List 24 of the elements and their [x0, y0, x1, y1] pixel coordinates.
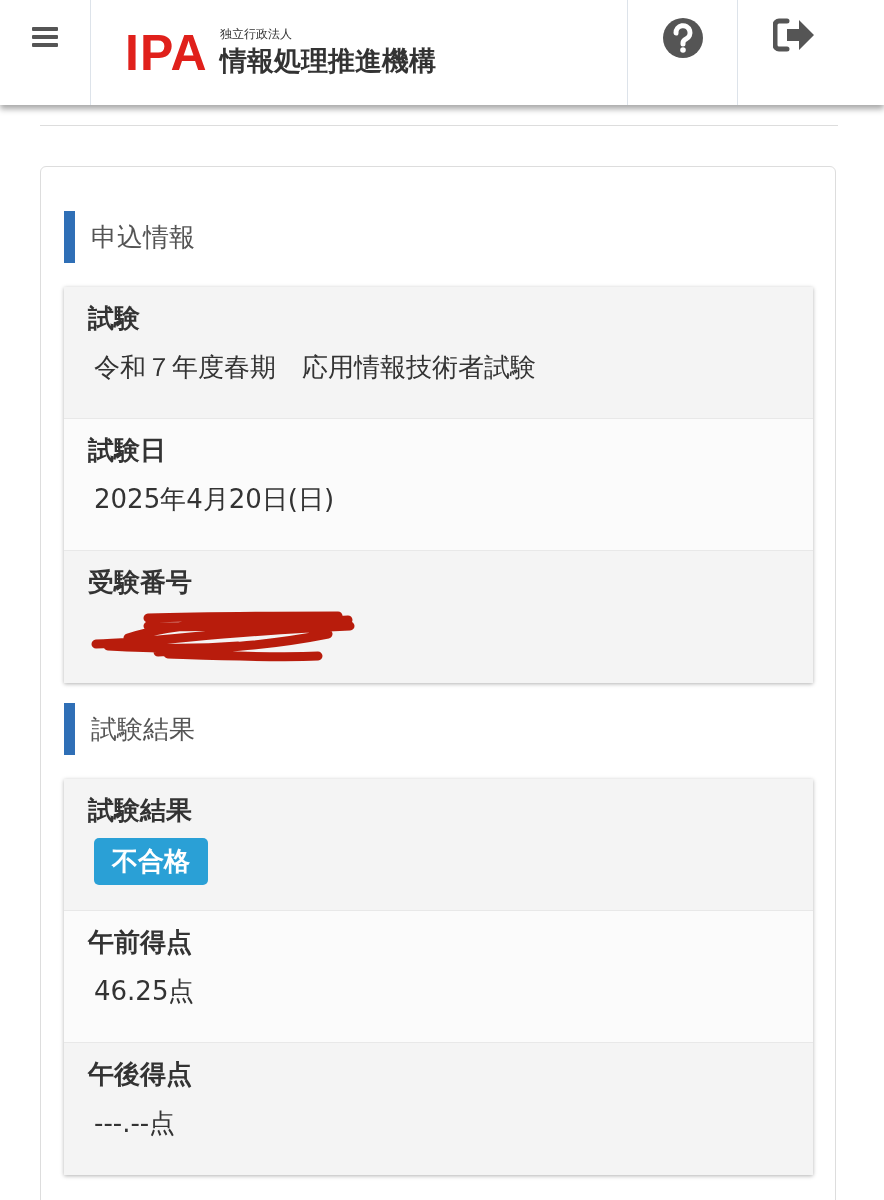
- field-label: 試験: [88, 302, 140, 335]
- field-label: 受験番号: [88, 566, 192, 599]
- section-accent-bar: [64, 703, 75, 755]
- help-icon: [662, 18, 703, 58]
- menu-button[interactable]: [0, 0, 91, 105]
- field-value: ---.--点: [93, 1107, 176, 1140]
- section-title: 試験結果: [91, 712, 195, 746]
- section-accent-bar: [64, 211, 75, 263]
- field-value: 2025年4月20日(日): [93, 483, 335, 516]
- menu-icon: [32, 26, 58, 48]
- field-label: 試験結果: [88, 794, 192, 827]
- logo-mark: IPA: [125, 23, 208, 82]
- field-value: 46.25点: [93, 975, 195, 1008]
- result-badge: 不合格: [94, 838, 208, 885]
- field-label: 試験日: [88, 434, 166, 467]
- field-label: 午後得点: [88, 1058, 192, 1091]
- logo-subtitle: 独立行政法人: [219, 26, 293, 43]
- logout-button[interactable]: [738, 0, 884, 105]
- logo-name: 情報処理推進機構: [219, 44, 436, 78]
- field-label: 午前得点: [88, 926, 192, 959]
- section-title: 申込情報: [91, 220, 195, 254]
- field-value: 令和７年度春期 応用情報技術者試験: [93, 351, 536, 384]
- logout-icon: [773, 18, 815, 52]
- help-button[interactable]: [628, 0, 738, 105]
